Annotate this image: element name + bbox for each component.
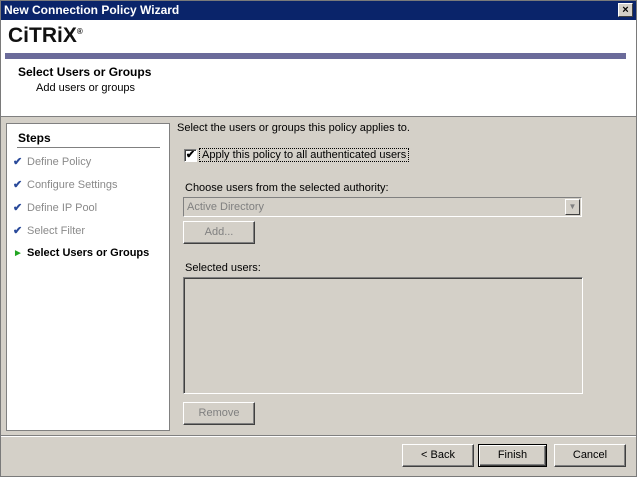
back-button[interactable]: < Back xyxy=(402,444,474,467)
window-title: New Connection Policy Wizard xyxy=(4,3,180,17)
instruction-text: Select the users or groups this policy a… xyxy=(177,122,410,134)
authority-label: Choose users from the selected authority… xyxy=(185,182,389,194)
finish-button[interactable]: Finish xyxy=(478,444,547,467)
step-label: Select Filter xyxy=(27,225,86,237)
registered-mark: ® xyxy=(76,27,83,36)
dropdown-arrow-icon[interactable]: ▼ xyxy=(565,199,580,215)
citrix-logo: CiTRiX® xyxy=(8,24,83,48)
cancel-button[interactable]: Cancel xyxy=(554,444,626,467)
title-bar[interactable]: New Connection Policy Wizard × xyxy=(1,1,636,20)
wizard-window: New Connection Policy Wizard × CiTRiX® S… xyxy=(0,0,637,477)
apply-all-checkbox[interactable]: ✔ xyxy=(184,149,197,162)
step-label: Define IP Pool xyxy=(27,202,98,214)
step-define-ip-pool: ✔ Define IP Pool xyxy=(13,201,97,214)
steps-panel: Steps ✔ Define Policy ✔ Configure Settings… xyxy=(6,123,170,431)
close-icon: × xyxy=(622,4,629,16)
check-icon: ✔ xyxy=(13,202,23,214)
check-icon: ✔ xyxy=(13,225,23,237)
remove-button[interactable]: Remove xyxy=(183,402,255,425)
logo-text: CiTRiX xyxy=(8,24,77,47)
authority-select-value: Active Directory xyxy=(187,201,265,213)
page-subtitle: Add users or groups xyxy=(36,82,136,94)
selected-users-label: Selected users: xyxy=(185,262,261,274)
add-button[interactable]: Add... xyxy=(183,221,255,244)
step-label: Define Policy xyxy=(27,156,92,168)
page-title: Select Users or Groups xyxy=(18,65,152,79)
wizard-header: CiTRiX® Select Users or Groups Add users… xyxy=(1,20,636,117)
step-define-policy: ✔ Define Policy xyxy=(13,155,91,168)
footer-divider xyxy=(1,435,636,437)
current-step-arrow-icon: ► xyxy=(13,248,23,259)
step-label: Select Users or Groups xyxy=(27,247,150,259)
apply-all-label[interactable]: Apply this policy to all authenticated u… xyxy=(199,148,410,162)
brand-bar xyxy=(5,53,626,59)
close-button[interactable]: × xyxy=(618,3,633,17)
authority-select[interactable]: Active Directory ▼ xyxy=(183,197,582,217)
selected-users-list[interactable] xyxy=(183,277,583,394)
check-icon: ✔ xyxy=(13,179,23,191)
check-icon: ✔ xyxy=(13,156,23,168)
step-label: Configure Settings xyxy=(27,179,118,191)
steps-divider xyxy=(17,147,160,148)
step-select-users-or-groups: ► Select Users or Groups xyxy=(13,247,149,259)
step-select-filter: ✔ Select Filter xyxy=(13,224,85,237)
step-configure-settings: ✔ Configure Settings xyxy=(13,178,118,191)
steps-title: Steps xyxy=(18,131,51,145)
